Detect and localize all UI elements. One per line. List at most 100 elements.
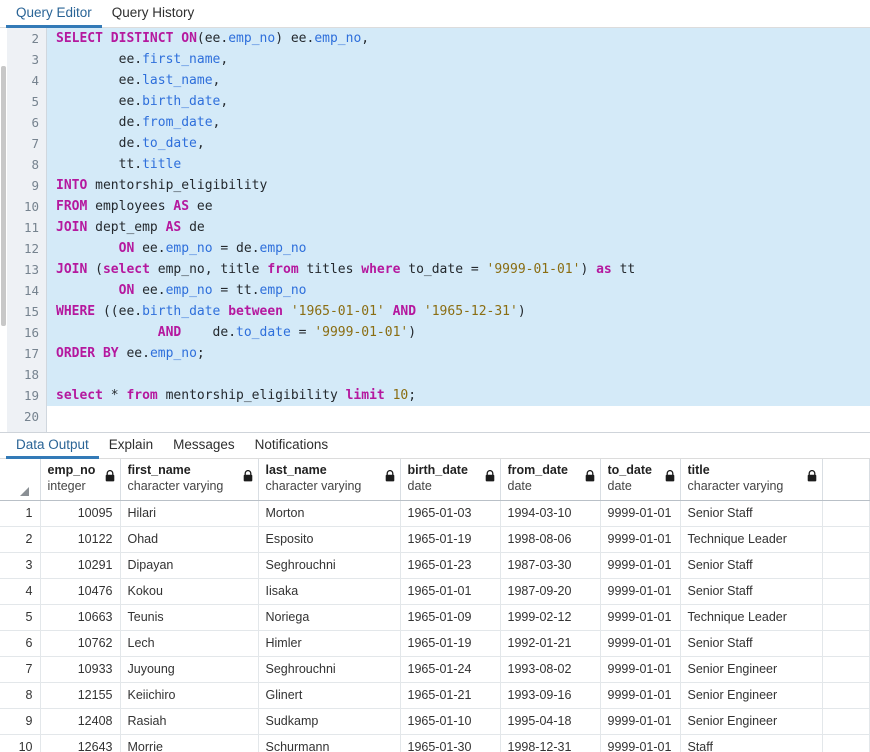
cell-birth-date[interactable]: 1965-01-19: [400, 630, 501, 657]
sql-editor[interactable]: 2 3 4 5 6 7 8 9 10 11 12 13 14 15 16 17 18 19 20 SELECT DI…: [0, 28, 870, 432]
code-line[interactable]: [47, 364, 870, 385]
cell-emp-no[interactable]: 10095: [40, 500, 121, 527]
cell-last-name[interactable]: Glinert: [258, 682, 401, 709]
cell-birth-date[interactable]: 1965-01-03: [400, 500, 501, 527]
row-number-cell[interactable]: 3: [0, 552, 41, 579]
table-row[interactable]: 1 10095 Hilari Morton 1965-01-03 1994-03-10 99…: [0, 500, 870, 527]
cell-last-name[interactable]: Seghrouchni: [258, 656, 401, 683]
cell-emp-no[interactable]: 10291: [40, 552, 121, 579]
cell-to-date[interactable]: 9999-01-01: [600, 734, 681, 752]
code-line[interactable]: JOIN (select emp_no, title from titles w…: [47, 259, 870, 280]
cell-title[interactable]: Senior Engineer: [680, 656, 823, 683]
table-row[interactable]: 6 10762 Lech Himler 1965-01-19 1992-01-21 9999…: [0, 630, 870, 657]
code-line[interactable]: de.from_date,: [47, 112, 870, 133]
cell-to-date[interactable]: 9999-01-01: [600, 552, 681, 579]
cell-from-date[interactable]: 1999-02-12: [500, 604, 601, 631]
code-line[interactable]: INTO mentorship_eligibility: [47, 175, 870, 196]
cell-birth-date[interactable]: 1965-01-24: [400, 656, 501, 683]
cell-title[interactable]: Technique Leader: [680, 604, 823, 631]
cell-title[interactable]: Staff: [680, 734, 823, 752]
cell-birth-date[interactable]: 1965-01-23: [400, 552, 501, 579]
cell-to-date[interactable]: 9999-01-01: [600, 630, 681, 657]
cell-from-date[interactable]: 1998-08-06: [500, 526, 601, 553]
select-all-corner-icon[interactable]: [20, 486, 29, 496]
cell-title[interactable]: Senior Staff: [680, 500, 823, 527]
table-row[interactable]: 2 10122 Ohad Esposito 1965-01-19 1998-08-06 99…: [0, 526, 870, 553]
cell-birth-date[interactable]: 1965-01-10: [400, 708, 501, 735]
row-number-cell[interactable]: 7: [0, 656, 41, 683]
cell-first-name[interactable]: Kokou: [120, 578, 259, 605]
cell-title[interactable]: Senior Staff: [680, 630, 823, 657]
cell-birth-date[interactable]: 1965-01-19: [400, 526, 501, 553]
code-line[interactable]: tt.title: [47, 154, 870, 175]
row-number-cell[interactable]: 8: [0, 682, 41, 709]
editor-vertical-scrollbar[interactable]: [0, 28, 7, 432]
tab-data-output[interactable]: Data Output: [6, 433, 99, 460]
table-row[interactable]: 4 10476 Kokou Iisaka 1965-01-01 1987-09-20 999…: [0, 578, 870, 605]
cell-from-date[interactable]: 1993-08-02: [500, 656, 601, 683]
code-line[interactable]: ORDER BY ee.emp_no;: [47, 343, 870, 364]
row-number-cell[interactable]: 9: [0, 708, 41, 735]
cell-birth-date[interactable]: 1965-01-21: [400, 682, 501, 709]
cell-first-name[interactable]: Morrie: [120, 734, 259, 752]
cell-first-name[interactable]: Dipayan: [120, 552, 259, 579]
column-header-to-date[interactable]: to_date date: [600, 459, 681, 501]
cell-last-name[interactable]: Esposito: [258, 526, 401, 553]
code-line[interactable]: AND de.to_date = '9999-01-01'): [47, 322, 870, 343]
code-line[interactable]: ee.last_name,: [47, 70, 870, 91]
column-header-from-date[interactable]: from_date date: [500, 459, 601, 501]
row-number-cell[interactable]: 1: [0, 500, 41, 527]
cell-first-name[interactable]: Teunis: [120, 604, 259, 631]
cell-first-name[interactable]: Juyoung: [120, 656, 259, 683]
column-header-last-name[interactable]: last_name character varying: [258, 459, 401, 501]
table-row[interactable]: 10 12643 Morrie Schurmann 1965-01-30 1998-12-…: [0, 734, 870, 752]
cell-last-name[interactable]: Seghrouchni: [258, 552, 401, 579]
row-number-cell[interactable]: 5: [0, 604, 41, 631]
row-number-header[interactable]: [0, 459, 41, 501]
cell-last-name[interactable]: Sudkamp: [258, 708, 401, 735]
cell-emp-no[interactable]: 10663: [40, 604, 121, 631]
code-line[interactable]: WHERE ((ee.birth_date between '1965-01-0…: [47, 301, 870, 322]
cell-emp-no[interactable]: 10933: [40, 656, 121, 683]
code-line[interactable]: select * from mentorship_eligibility lim…: [47, 385, 870, 406]
cell-from-date[interactable]: 1998-12-31: [500, 734, 601, 752]
cell-emp-no[interactable]: 10762: [40, 630, 121, 657]
column-header-emp-no[interactable]: emp_no integer: [40, 459, 121, 501]
code-line[interactable]: JOIN dept_emp AS de: [47, 217, 870, 238]
cell-last-name[interactable]: Iisaka: [258, 578, 401, 605]
cell-title[interactable]: Senior Staff: [680, 552, 823, 579]
cell-emp-no[interactable]: 10122: [40, 526, 121, 553]
cell-title[interactable]: Senior Engineer: [680, 708, 823, 735]
code-line[interactable]: ee.birth_date,: [47, 91, 870, 112]
tab-notifications[interactable]: Notifications: [245, 433, 339, 459]
code-line[interactable]: ON ee.emp_no = de.emp_no: [47, 238, 870, 259]
cell-to-date[interactable]: 9999-01-01: [600, 708, 681, 735]
cell-from-date[interactable]: 1994-03-10: [500, 500, 601, 527]
cell-to-date[interactable]: 9999-01-01: [600, 578, 681, 605]
table-row[interactable]: 3 10291 Dipayan Seghrouchni 1965-01-23 1987-0…: [0, 552, 870, 579]
cell-from-date[interactable]: 1993-09-16: [500, 682, 601, 709]
cell-first-name[interactable]: Hilari: [120, 500, 259, 527]
tab-query-history[interactable]: Query History: [102, 0, 205, 28]
cell-from-date[interactable]: 1987-03-30: [500, 552, 601, 579]
cell-title[interactable]: Senior Staff: [680, 578, 823, 605]
tab-messages[interactable]: Messages: [163, 433, 245, 459]
scrollbar-thumb[interactable]: [1, 66, 6, 326]
cell-first-name[interactable]: Keiichiro: [120, 682, 259, 709]
code-line[interactable]: SELECT DISTINCT ON(ee.emp_no) ee.emp_no,: [47, 28, 870, 49]
cell-from-date[interactable]: 1987-09-20: [500, 578, 601, 605]
column-header-title[interactable]: title character varying: [680, 459, 823, 501]
cell-to-date[interactable]: 9999-01-01: [600, 526, 681, 553]
cell-emp-no[interactable]: 12643: [40, 734, 121, 752]
table-row[interactable]: 5 10663 Teunis Noriega 1965-01-09 1999-02-12 9…: [0, 604, 870, 631]
cell-birth-date[interactable]: 1965-01-30: [400, 734, 501, 752]
column-header-first-name[interactable]: first_name character varying: [120, 459, 259, 501]
cell-from-date[interactable]: 1992-01-21: [500, 630, 601, 657]
cell-to-date[interactable]: 9999-01-01: [600, 604, 681, 631]
table-row[interactable]: 7 10933 Juyoung Seghrouchni 1965-01-24 1993-0…: [0, 656, 870, 683]
cell-last-name[interactable]: Schurmann: [258, 734, 401, 752]
cell-to-date[interactable]: 9999-01-01: [600, 500, 681, 527]
column-header-birth-date[interactable]: birth_date date: [400, 459, 501, 501]
cell-first-name[interactable]: Ohad: [120, 526, 259, 553]
cell-title[interactable]: Technique Leader: [680, 526, 823, 553]
